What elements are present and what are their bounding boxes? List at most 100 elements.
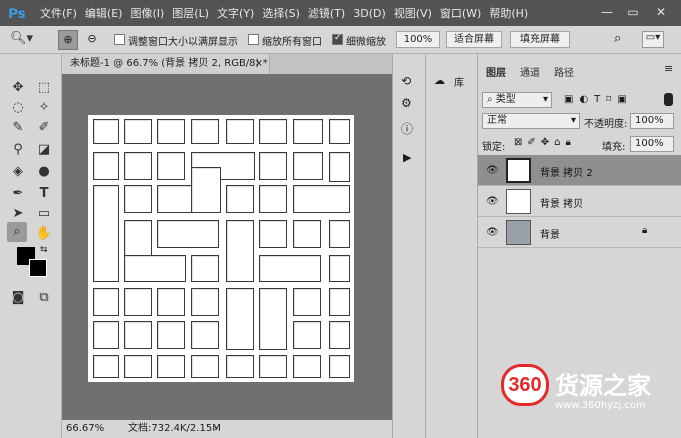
eye-icon[interactable]: 👁︎ (486, 227, 499, 238)
tile (329, 288, 350, 316)
eraser-icon[interactable]: ◪ (34, 140, 54, 160)
layer-name[interactable]: 背景 (540, 226, 560, 241)
document-canvas[interactable] (88, 115, 354, 382)
document-tab[interactable]: 未标题-1 @ 66.7% (背景 拷贝 2, RGB/8) * × (62, 54, 270, 74)
menu-layer[interactable]: 图层(L) (172, 5, 209, 21)
restore-button[interactable]: ▭ (624, 4, 642, 20)
move-tool-icon[interactable]: ✥ (8, 78, 28, 98)
menu-type[interactable]: 文字(Y) (217, 5, 254, 21)
hand-tool-icon[interactable]: ✋ (34, 224, 54, 244)
actions-play-icon[interactable]: ▶ (403, 151, 411, 164)
tile (226, 355, 254, 378)
tile (226, 220, 254, 282)
pen-tool-icon[interactable]: ✒ (8, 184, 28, 204)
swap-colors-icon[interactable]: ⇆ (40, 245, 48, 255)
tile (191, 255, 219, 282)
app-logo: Ps (8, 5, 26, 21)
history-icon[interactable]: ⟲ (401, 74, 411, 88)
tile (293, 220, 321, 248)
menu-help[interactable]: 帮助(H) (489, 5, 528, 21)
paint-bucket-icon[interactable]: ◈ (8, 162, 28, 182)
lock-icons[interactable]: ⊠✐✥⌂🔒︎ (514, 137, 576, 148)
info-icon[interactable]: ⓘ (401, 120, 413, 137)
filter-kind-value: 类型 (495, 94, 516, 105)
tile (329, 255, 350, 282)
marquee-tool-icon[interactable]: ⬚ (34, 78, 54, 98)
cloud-library-icon[interactable]: ☁ (434, 74, 445, 87)
shape-tool-icon[interactable]: ▭ (34, 204, 54, 224)
menu-image[interactable]: 图像(I) (130, 5, 164, 21)
filter-toggle-icon[interactable] (664, 93, 673, 106)
close-tab-icon[interactable]: × (255, 54, 263, 74)
fill-input[interactable]: 100% (630, 136, 674, 152)
background-color-swatch[interactable] (29, 259, 47, 277)
tab-paths[interactable]: 路径 (554, 64, 574, 79)
layer-row[interactable]: 👁︎ 背景 拷贝 (478, 186, 681, 217)
menu-file[interactable]: 文件(F) (40, 5, 77, 21)
blend-mode-select[interactable]: 正常 ▾ (482, 113, 580, 129)
tile (124, 255, 186, 282)
filter-icons[interactable]: ▣◐T⌑▣ (564, 94, 633, 105)
status-menu-arrow-icon[interactable]: › (214, 420, 218, 438)
menu-filter[interactable]: 滤镜(T) (308, 5, 345, 21)
eyedropper-icon[interactable]: ✎ (8, 118, 28, 138)
workspace-icon[interactable]: ▭▾ (642, 31, 664, 48)
search-icon[interactable]: ⌕ (614, 31, 621, 46)
close-button[interactable]: ✕ (652, 4, 670, 20)
quick-mask-icon[interactable]: ◙ (8, 288, 28, 308)
magic-wand-icon[interactable]: ✧ (34, 98, 54, 118)
fill-screen-button[interactable]: 填充屏幕 (510, 31, 570, 48)
layer-name[interactable]: 背景 拷贝 2 (540, 164, 593, 179)
zoom-in-icon[interactable]: ⊕ (58, 30, 78, 50)
layer-thumbnail (506, 189, 531, 214)
zoom-100-button[interactable]: 100% (396, 31, 440, 48)
menu-view[interactable]: 视图(V) (394, 5, 432, 21)
path-selection-icon[interactable]: ➤ (8, 204, 28, 224)
eye-icon[interactable]: 👁︎ (486, 165, 499, 176)
tile (191, 119, 219, 144)
tile (93, 119, 119, 144)
brush-tool-icon[interactable]: ✐ (34, 118, 54, 138)
zoom-tool-preset-icon[interactable]: 🔍︎▾ (10, 31, 40, 49)
tab-layers[interactable]: 图层 (486, 64, 506, 79)
menu-window[interactable]: 窗口(W) (440, 5, 481, 21)
dodge-tool-icon[interactable]: ● (34, 162, 54, 182)
menu-edit[interactable]: 编辑(E) (85, 5, 123, 21)
zoom-level[interactable]: 66.67% (66, 420, 104, 438)
tab-channels[interactable]: 通道 (520, 64, 540, 79)
zoom-all-windows-checkbox[interactable] (248, 34, 259, 45)
lasso-tool-icon[interactable]: ◌ (8, 98, 28, 118)
resize-windows-checkbox[interactable] (114, 34, 125, 45)
layer-row[interactable]: 👁︎ 背景 拷贝 2 (478, 155, 681, 186)
watermark-logo: 360 (501, 364, 549, 406)
opacity-label: 不透明度: (584, 119, 628, 130)
opacity-input[interactable]: 100% (630, 113, 674, 129)
panel-menu-icon[interactable]: ≡ (664, 62, 673, 75)
menu-3d[interactable]: 3D(D) (353, 7, 386, 20)
eye-icon[interactable]: 👁︎ (486, 196, 499, 207)
tile (293, 355, 321, 378)
tile (191, 355, 219, 378)
type-tool-icon[interactable]: T (34, 184, 54, 204)
watermark: 360 货源之家 www.360hyzj.com (497, 358, 681, 422)
menu-select[interactable]: 选择(S) (262, 5, 300, 21)
tools-panel: ✥ ⬚ ◌ ✧ ✎ ✐ ⚲ ◪ ◈ ● ✒ T ➤ ▭ □ ✋ ⌕ ⇆ ◙ ⧉ (0, 54, 62, 438)
tile (93, 321, 119, 349)
layer-name[interactable]: 背景 拷贝 (540, 195, 583, 210)
tile (293, 152, 323, 180)
layer-row[interactable]: 👁︎ 背景 🔒︎ (478, 217, 681, 248)
brush-preset-icon[interactable]: ⚙ (401, 96, 412, 110)
tile (293, 321, 321, 349)
scrubby-zoom-checkbox[interactable] (332, 33, 343, 45)
minimize-button[interactable]: — (598, 4, 616, 20)
fit-screen-button[interactable]: 适合屏幕 (446, 31, 502, 48)
resize-windows-label: 调整窗口大小以满屏显示 (128, 37, 238, 48)
clone-stamp-icon[interactable]: ⚲ (8, 140, 28, 160)
zoom-tool-icon[interactable]: ⌕ (7, 222, 27, 242)
screen-mode-icon[interactable]: ⧉ (34, 288, 54, 308)
tile (226, 119, 254, 144)
filter-kind-select[interactable]: ⌕ 类型 ▾ (482, 92, 552, 108)
layer-thumbnail (506, 158, 531, 183)
library-label[interactable]: 库 (454, 74, 464, 89)
zoom-out-icon[interactable]: ⊖ (82, 30, 102, 50)
